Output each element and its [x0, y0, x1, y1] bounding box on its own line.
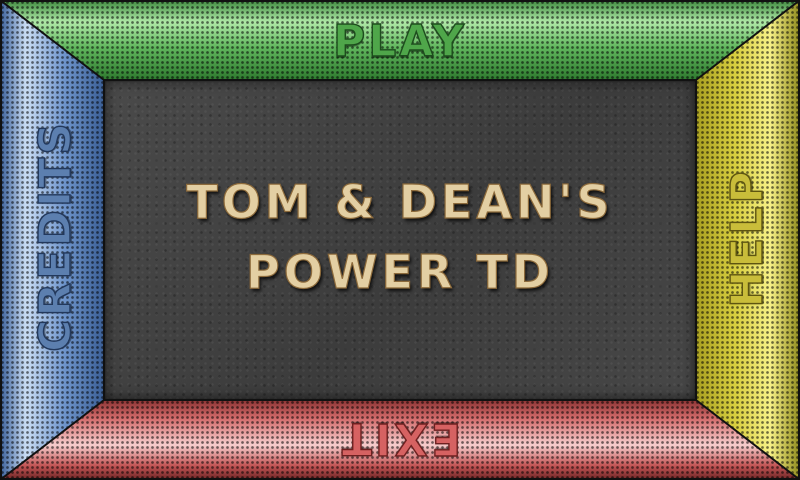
play-label[interactable]: PLAY [332, 19, 467, 64]
help-label[interactable]: HELP [721, 168, 773, 309]
main-menu-screen: PLAY EXIT CREDITS HELP TOM & DEAN'S POWE… [0, 0, 800, 480]
game-title-line-1: TOM & DEAN'S [186, 175, 614, 229]
game-title-line-2: POWER TD [245, 245, 554, 299]
credits-label[interactable]: CREDITS [29, 119, 81, 352]
game-title: TOM & DEAN'S POWER TD [104, 80, 696, 400]
exit-label[interactable]: EXIT [338, 412, 462, 464]
